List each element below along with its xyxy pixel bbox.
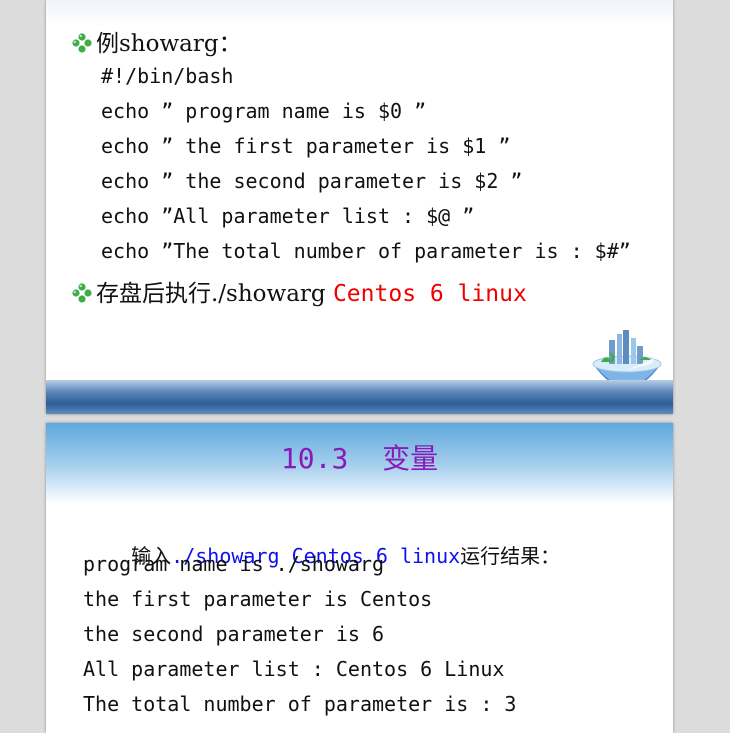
slide-2: 10.3 变量 输入./showarg Centos 6 linux运行结果： …: [46, 423, 673, 733]
output-line-1: program name is ./showarg: [83, 552, 385, 576]
code-line-2: echo ” program name is $0 ”: [101, 99, 427, 123]
output-line-5: The total number of parameter is : 3: [83, 692, 517, 716]
bullet-save-execute: 存盘后执行./showarg Centos 6 linux: [72, 274, 527, 308]
code-line-4: echo ” the second parameter is $2 ”: [101, 169, 523, 193]
slide-1-top-band: [46, 0, 673, 26]
output-line-2: the first parameter is Centos: [83, 587, 433, 611]
slide-1-bottom-band: [46, 380, 673, 414]
slide-title: 10.3 变量: [280, 442, 439, 475]
code-line-1: #!/bin/bash: [101, 64, 234, 88]
bullet-showarg-example: 例showarg：: [72, 24, 242, 58]
code-line-6: echo ”The total number of parameter is :…: [101, 239, 631, 263]
code-line-5: echo ”All parameter list : $@ ”: [101, 204, 475, 228]
highlight-args: Centos 6 linux: [332, 281, 527, 307]
output-line-3: the second parameter is 6: [83, 622, 385, 646]
diamond-bullet-icon: [72, 33, 92, 53]
bullet-save-label: 存盘后执行./showarg: [96, 281, 333, 307]
diamond-bullet-icon: [72, 283, 92, 303]
code-line-3: echo ” the first parameter is $1 ”: [101, 134, 511, 158]
bullet-showarg-label: 例showarg：: [96, 31, 242, 57]
output-line-4: All parameter list : Centos 6 Linux: [83, 657, 505, 681]
intro-suffix: 运行结果：: [460, 544, 561, 568]
slide-1: 例showarg： #!/bin/bash echo ” program nam…: [46, 0, 673, 414]
